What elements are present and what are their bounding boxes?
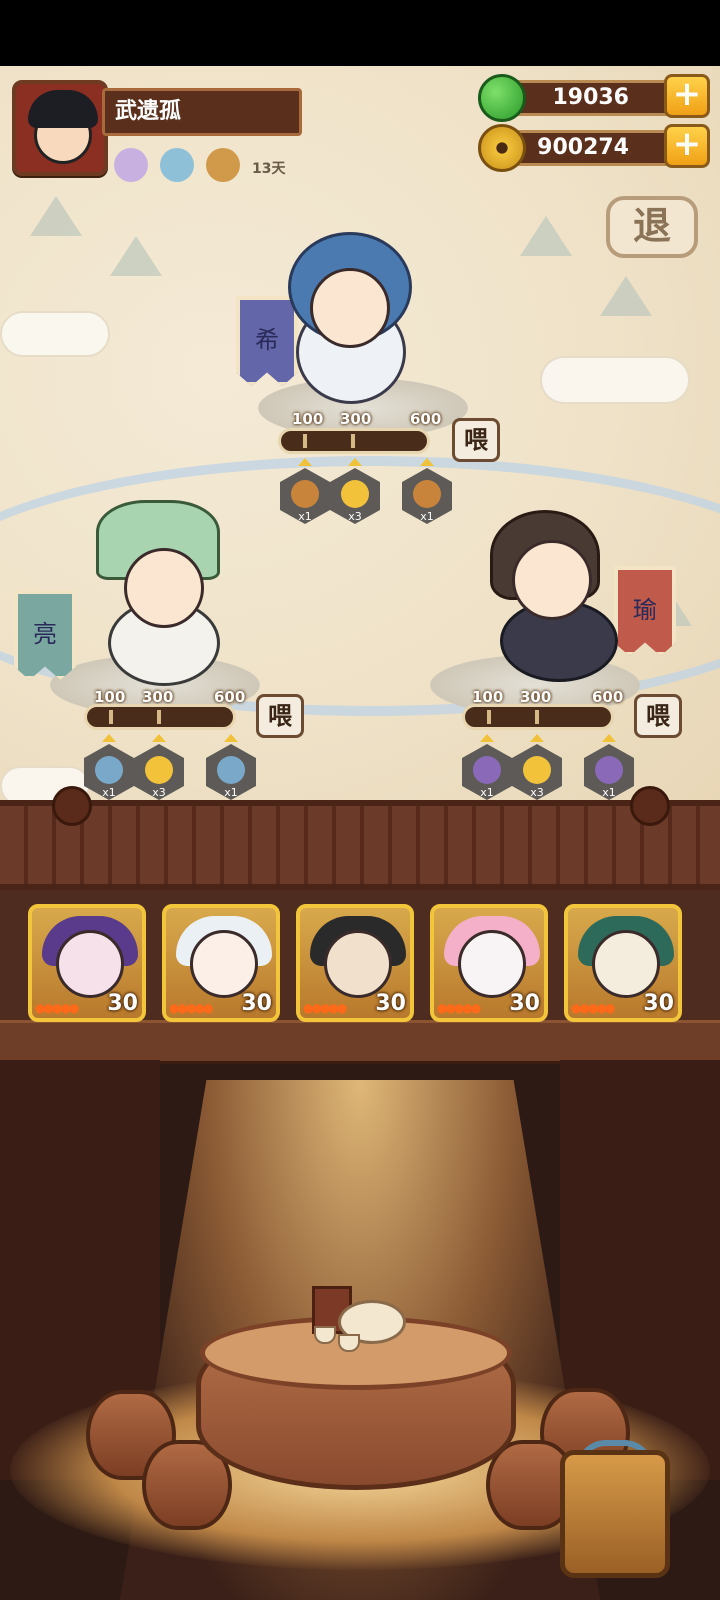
star-rating: ●●●●●: [437, 1001, 481, 1015]
card-level: 30: [643, 991, 674, 1016]
bowl-buff-icon[interactable]: [160, 148, 194, 182]
star-rating: ●●●●●: [35, 1001, 79, 1015]
requirement-count: x1: [298, 510, 312, 523]
gauge-tick: [535, 710, 539, 724]
card-portrait: [458, 930, 526, 998]
affection-gauge: [84, 704, 236, 730]
threshold-label: 100: [292, 410, 324, 428]
tea-cup-icon: [314, 1326, 336, 1344]
exit-button[interactable]: 退: [606, 196, 698, 258]
add-green-currency-button[interactable]: +: [664, 74, 710, 118]
card-level: 30: [241, 991, 272, 1016]
affection-gauge: [278, 428, 430, 454]
shelf-trim: [0, 1020, 720, 1064]
yellow-bag-icon: [523, 756, 551, 784]
key-buff-icon[interactable]: [206, 148, 240, 182]
yellow-bag-icon: [145, 756, 173, 784]
star-rating: ●●●●●: [571, 1001, 615, 1015]
gauge-tick: [109, 710, 113, 724]
card-portrait: [56, 930, 124, 998]
feed-button[interactable]: 喂: [452, 418, 500, 462]
player-avatar[interactable]: [12, 80, 108, 176]
hero-banner: 瑜: [614, 566, 676, 656]
bowl-icon: [217, 756, 245, 784]
roof-ornament: [52, 786, 92, 826]
card-portrait: [592, 930, 660, 998]
character-buff-icon[interactable]: [114, 148, 148, 182]
card-level: 30: [107, 991, 138, 1016]
yellow-bag-icon: [341, 480, 369, 508]
character-icon: [473, 756, 501, 784]
status-bar: [0, 0, 720, 66]
bowl-icon: [95, 756, 123, 784]
threshold-label: 300: [340, 410, 372, 428]
requirement-count: x1: [102, 786, 116, 799]
mountain: [30, 196, 82, 236]
gauge-tick: [157, 710, 161, 724]
card-portrait: [324, 930, 392, 998]
star-rating: ●●●●●: [303, 1001, 347, 1015]
hero-card[interactable]: ●●●●● 30: [430, 904, 548, 1022]
card-level: 30: [375, 991, 406, 1016]
avatar-hair: [28, 90, 98, 128]
mountain: [520, 216, 572, 256]
buff-duration: 13天: [252, 161, 286, 177]
hero-card[interactable]: ●●●●● 30: [564, 904, 682, 1022]
mountain: [110, 236, 162, 276]
mountain: [600, 276, 652, 316]
gauge-tick: [487, 710, 491, 724]
gauge-tick: [351, 434, 355, 448]
hero-card[interactable]: ●●●●● 30: [28, 904, 146, 1022]
cloud: [0, 311, 110, 357]
hero-face: [124, 548, 204, 628]
roof-tiles: [0, 800, 720, 892]
backpack-icon[interactable]: [560, 1450, 670, 1578]
hero-banner: 希: [236, 296, 298, 386]
threshold-label: 600: [410, 410, 442, 428]
hero-face: [310, 268, 390, 348]
requirement-count: x1: [420, 510, 434, 523]
requirement-count: x3: [348, 510, 362, 523]
requirement-count: x3: [152, 786, 166, 799]
roof-ornament: [630, 786, 670, 826]
copper-coin-icon: [478, 124, 526, 172]
character-icon: [595, 756, 623, 784]
requirement-count: x1: [480, 786, 494, 799]
player-name: 武遗孤: [102, 88, 302, 136]
card-level: 30: [509, 991, 540, 1016]
key-icon: [413, 480, 441, 508]
tea-cup-icon: [338, 1334, 360, 1352]
gauge-tick: [303, 434, 307, 448]
hero-card[interactable]: ●●●●● 30: [162, 904, 280, 1022]
feed-button[interactable]: 喂: [634, 694, 682, 738]
requirement-count: x1: [602, 786, 616, 799]
card-portrait: [190, 930, 258, 998]
key-icon: [291, 480, 319, 508]
requirement-count: x1: [224, 786, 238, 799]
star-rating: ●●●●●: [169, 1001, 213, 1015]
feed-button[interactable]: 喂: [256, 694, 304, 738]
hero-card[interactable]: ●●●●● 30: [296, 904, 414, 1022]
hero-face: [512, 540, 592, 620]
add-coin-button[interactable]: +: [664, 124, 710, 168]
green-apple-icon: [478, 74, 526, 122]
affection-gauge: [462, 704, 614, 730]
requirement-count: x3: [530, 786, 544, 799]
hero-banner: 亮: [14, 590, 76, 680]
cloud: [540, 356, 690, 404]
